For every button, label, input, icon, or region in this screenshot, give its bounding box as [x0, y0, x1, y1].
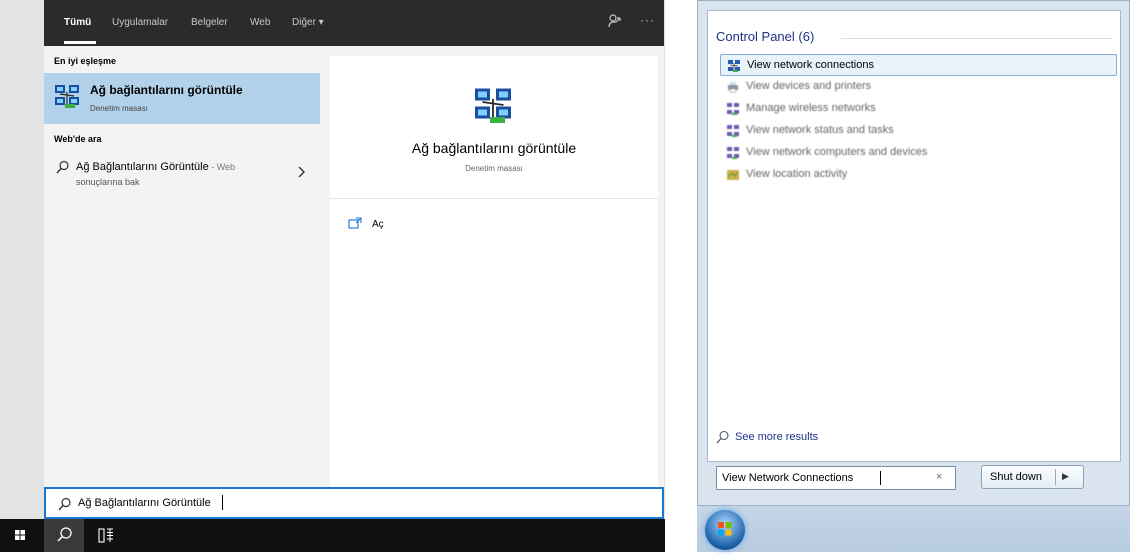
best-match-result[interactable]: Ağ bağlantılarını görüntüle Denetim masa… [44, 73, 320, 124]
start-menu-frame: Control Panel (6) View network connectio… [697, 0, 1130, 506]
result-view-devices-printers[interactable]: View devices and printers [720, 76, 1117, 98]
result-label: View network computers and devices [746, 146, 928, 158]
win10-search-screenshot: Tümü Uygulamalar Belgeler Web Diğer ▾ ··… [0, 0, 665, 552]
chevron-right-icon[interactable] [296, 166, 306, 181]
web-result-subtitle: sonuçlarına bak [76, 177, 140, 187]
network-icon [726, 102, 740, 121]
button-separator [1055, 469, 1056, 485]
printer-icon [726, 80, 740, 99]
web-result-suffix: - Web [208, 162, 236, 172]
result-preview-pane: Ağ bağlantılarını görüntüle Denetim masa… [330, 56, 658, 487]
taskbar-search-icon[interactable] [44, 519, 84, 552]
result-network-status[interactable]: View network status and tasks [720, 120, 1117, 142]
result-label: View location activity [746, 168, 848, 180]
search-icon [56, 160, 70, 179]
divider [330, 198, 658, 199]
search-panel: Tümü Uygulamalar Belgeler Web Diğer ▾ ··… [44, 0, 664, 519]
search-icon [58, 497, 72, 516]
best-match-subtitle: Denetim masası [90, 104, 148, 113]
open-action[interactable]: Aç [372, 219, 384, 230]
see-more-results-link[interactable]: See more results [735, 431, 818, 443]
preview-subtitle: Denetim masası [465, 164, 523, 173]
tab-web[interactable]: Web [250, 17, 270, 28]
tab-all[interactable]: Tümü [64, 17, 91, 28]
network-icon [726, 146, 740, 165]
best-match-title: Ağ bağlantılarını görüntüle [90, 83, 243, 97]
network-connections-icon [53, 82, 81, 115]
active-tab-indicator [64, 41, 96, 44]
section-best-match: En iyi eşleşme [54, 56, 117, 66]
arrow-right-icon[interactable]: ▶ [1062, 471, 1069, 482]
section-web-search: Web'de ara [54, 134, 102, 144]
tab-more[interactable]: Diğer ▾ [292, 17, 324, 28]
windows-start-icon[interactable] [0, 519, 40, 552]
search-box[interactable]: Ağ Bağlantılarını Görüntüle [44, 487, 664, 519]
results-list: En iyi eşleşme Ağ bağlantılarını görüntü… [44, 46, 330, 487]
text-caret [222, 495, 223, 510]
web-result-query: Ağ Bağlantılarını Görüntüle [76, 161, 209, 173]
clear-icon[interactable]: × [936, 471, 942, 483]
result-label: Manage wireless networks [746, 102, 876, 114]
result-location-activity[interactable]: View location activity [720, 164, 1117, 186]
open-icon[interactable] [348, 216, 362, 234]
more-options-icon[interactable]: ··· [640, 13, 655, 27]
win7-start-menu-screenshot: Control Panel (6) View network connectio… [697, 0, 1130, 552]
task-view-icon[interactable] [86, 519, 126, 552]
search-input[interactable]: Ağ Bağlantılarını Görüntüle [78, 497, 211, 509]
result-label: View devices and printers [746, 80, 872, 92]
result-network-computers[interactable]: View network computers and devices [720, 142, 1117, 164]
taskbar [0, 519, 665, 552]
tab-documents[interactable]: Belgeler [191, 17, 228, 28]
text-caret [880, 471, 881, 485]
result-label: View network status and tasks [746, 124, 894, 136]
results-group-header: Control Panel (6) [716, 29, 815, 44]
web-result-title[interactable]: Ağ Bağlantılarını Görüntüle - Web [76, 161, 235, 173]
search-input[interactable]: View Network Connections [722, 472, 853, 484]
shutdown-label: Shut down [990, 471, 1042, 483]
tab-apps[interactable]: Uygulamalar [112, 17, 168, 28]
desktop-strip-right [664, 0, 665, 519]
search-tab-bar: Tümü Uygulamalar Belgeler Web Diğer ▾ ··… [44, 0, 664, 46]
header-divider [841, 38, 1113, 39]
network-icon [726, 124, 740, 143]
network-connections-icon [472, 84, 514, 131]
search-icon [716, 430, 730, 449]
result-label: View network connections [747, 59, 874, 71]
taskbar [697, 506, 1130, 552]
feedback-icon[interactable] [607, 13, 623, 34]
shutdown-button[interactable]: Shut down ▶ [981, 465, 1084, 489]
location-icon [726, 168, 740, 187]
desktop-strip [0, 0, 44, 519]
result-manage-wireless[interactable]: Manage wireless networks [720, 98, 1117, 120]
search-results-pane: Control Panel (6) View network connectio… [707, 10, 1121, 462]
windows-start-orb-icon[interactable] [705, 510, 745, 550]
preview-title: Ağ bağlantılarını görüntüle [411, 140, 577, 156]
result-view-network-connections[interactable]: View network connections [720, 54, 1117, 76]
start-search-box[interactable]: View Network Connections × [716, 466, 956, 490]
